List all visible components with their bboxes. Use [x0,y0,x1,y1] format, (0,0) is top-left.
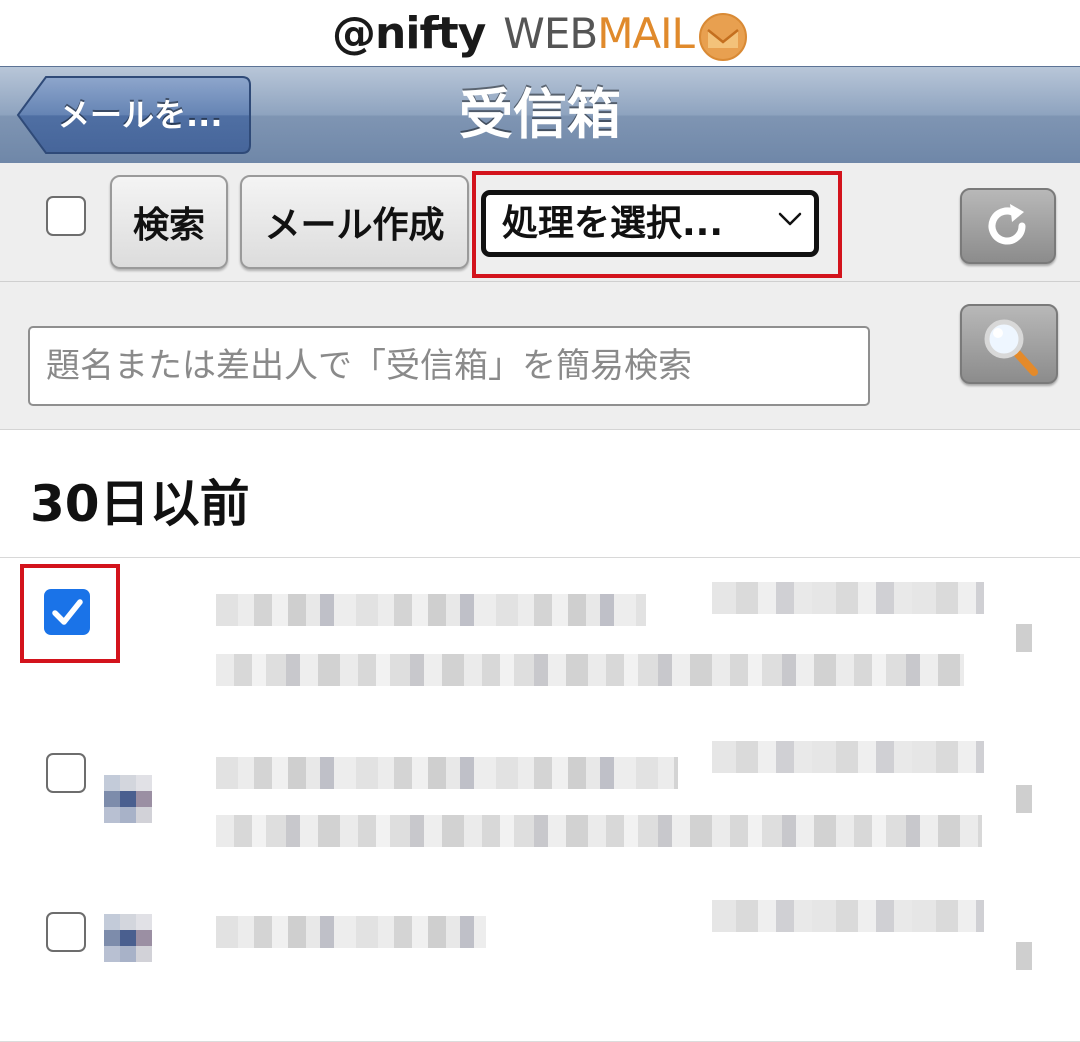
blurred-indicator [1016,785,1032,813]
mail-list-item[interactable] [0,558,1080,720]
action-select-value: 処理を選択... [502,203,724,244]
blurred-sender [216,757,678,789]
refresh-icon [988,204,1026,245]
mail-list-item[interactable] [0,719,1080,881]
blurred-indicator [1016,942,1032,970]
quick-search-button[interactable] [960,304,1058,384]
envelope-logo-icon [698,13,747,61]
logo-mail-text: MAIL [597,8,695,58]
compose-button[interactable]: メール作成 [240,175,469,269]
mail-select-checkbox[interactable] [46,912,86,952]
refresh-button[interactable] [960,188,1056,264]
blurred-sender [216,594,646,626]
quick-search-input[interactable] [28,326,870,406]
navigation-bar: メールを... 受信箱 [0,66,1080,164]
date-section-header: 30日以前 [0,430,1080,558]
mail-list-item[interactable] [0,880,1080,1042]
action-select[interactable]: 処理を選択... [481,190,819,257]
sender-avatar-icon [104,775,152,823]
blurred-date [712,582,984,614]
logo-bar: @nifty WEB MAIL [0,0,1080,66]
mail-select-checkbox[interactable] [44,589,90,635]
nifty-webmail-logo: @nifty WEB MAIL [332,0,748,66]
blurred-indicator [1016,624,1032,652]
sender-avatar-icon [104,914,152,962]
blurred-sender [216,916,486,948]
blurred-subject [216,654,964,686]
back-button-label: メールを... [58,96,223,134]
select-all-checkbox[interactable] [46,196,86,236]
mail-select-checkbox[interactable] [46,753,86,793]
blurred-date [712,741,984,773]
quick-search-row [0,282,1080,430]
back-button[interactable]: メールを... [16,75,252,155]
blurred-subject [216,815,982,847]
toolbar: 検索 メール作成 処理を選択... [0,163,1080,282]
logo-web-text: WEB [503,8,598,58]
chevron-down-icon [778,212,802,226]
search-button[interactable]: 検索 [110,175,228,269]
checkmark-icon [52,599,83,625]
date-section-title: 30日以前 [30,475,250,533]
logo-brand-text: @nifty [332,7,486,59]
search-icon [984,319,1038,376]
blurred-date [712,900,984,932]
